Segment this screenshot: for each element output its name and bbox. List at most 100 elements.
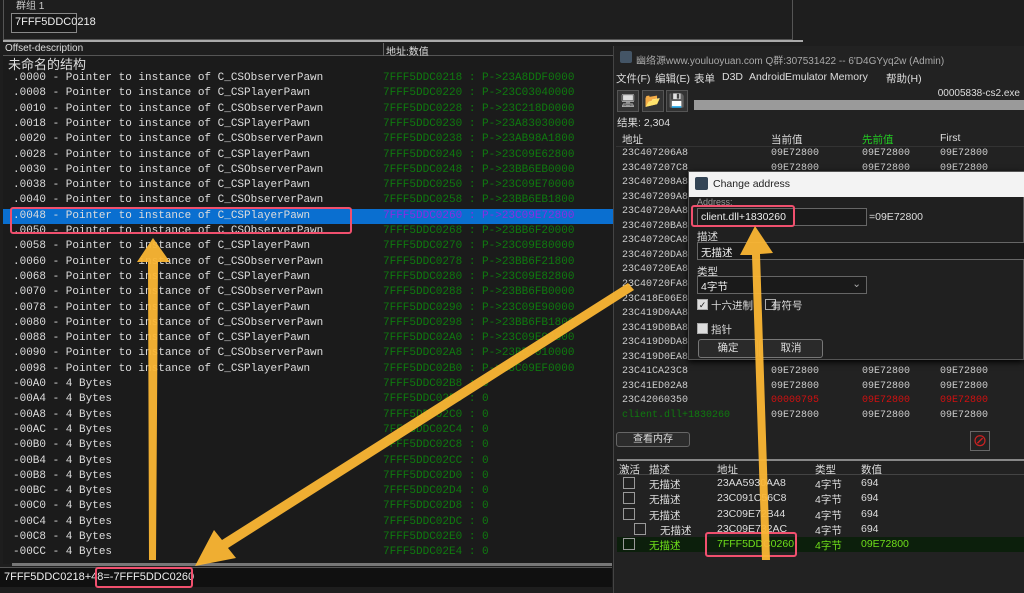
highlight-box-address-entry <box>705 532 797 557</box>
dialog-title: Change address <box>713 178 791 190</box>
tree-row[interactable]: -00C0 - 4 Bytes 7FFF5DDC02D8 : 0 <box>3 499 613 514</box>
tree-row[interactable]: .0080 - Pointer to instance of C_CSObser… <box>3 316 613 331</box>
active-checkbox[interactable] <box>623 477 635 489</box>
address-value: 7FFF5DDC0280 : P->23C09E82800 <box>383 270 575 283</box>
results-column-header[interactable]: 当前值 <box>771 132 803 147</box>
horizontal-scrollbar[interactable] <box>12 563 612 566</box>
window-title: 幽络源www.youluoyuan.com Q群:307531422 -- 6'… <box>636 56 945 67</box>
address-value: 7FFF5DDC0218 : P->23A8DDF0000 <box>383 72 575 84</box>
tree-row[interactable]: -00B0 - 4 Bytes 7FFF5DDC02C8 : 0 <box>3 438 613 453</box>
tree-row[interactable]: .0070 - Pointer to instance of C_CSObser… <box>3 285 613 300</box>
status-bar: 7FFF5DDC0218+48=-7FFF5DDC0260 <box>0 567 612 587</box>
tree-row[interactable]: .0030 - Pointer to instance of C_CSObser… <box>3 163 613 178</box>
result-cell: client.dll+1830260 <box>622 409 731 421</box>
result-cell: 09E72800 <box>940 148 989 159</box>
tree-row[interactable]: .0068 - Pointer to instance of C_CSPlaye… <box>3 270 613 285</box>
address-cell: 无描述 <box>649 540 681 553</box>
pointer-checkbox[interactable] <box>697 323 708 334</box>
ok-button[interactable]: 确定 <box>698 339 758 358</box>
result-row[interactable]: 23C42060350 00000795 09E72800 09E72800 <box>616 395 1024 409</box>
active-checkbox[interactable] <box>623 538 635 551</box>
tree-row[interactable]: .0098 - Pointer to instance of C_CSPlaye… <box>3 362 613 377</box>
result-row[interactable]: 23C407206A8 09E72800 09E72800 09E72800 <box>616 148 1024 162</box>
tree-row[interactable]: .0038 - Pointer to instance of C_CSPlaye… <box>3 178 613 193</box>
result-cell: 23C40720AA8 <box>622 206 689 218</box>
tree-row[interactable]: -00A4 - 4 Bytes 7FFF5DDC02BC : 0 <box>3 392 613 407</box>
tree-row[interactable]: -00AC - 4 Bytes 7FFF5DDC02C4 : 0 <box>3 423 613 438</box>
save-icon[interactable]: 💾 <box>666 90 688 112</box>
address-row[interactable]: 无描述 23C09E72B44 4字节 694 <box>617 507 1024 522</box>
results-column-header[interactable]: First <box>940 132 960 144</box>
tree-row[interactable]: -00CC - 4 Bytes 7FFF5DDC02E4 : 0 <box>3 545 613 560</box>
active-checkbox[interactable] <box>623 507 635 520</box>
result-row[interactable]: client.dll+1830260 09E72800 09E72800 09E728… <box>616 410 1024 424</box>
tree-row[interactable]: -00B8 - 4 Bytes 7FFF5DDC02D0 : 0 <box>3 469 613 484</box>
tree-row[interactable]: -00BC - 4 Bytes 7FFF5DDC02D4 : 0 <box>3 484 613 499</box>
tree-row[interactable]: .0088 - Pointer to instance of C_CSPlaye… <box>3 331 613 346</box>
address-column-header[interactable]: 地址 <box>717 462 738 477</box>
tree-row[interactable]: .0028 - Pointer to instance of C_CSPlaye… <box>3 148 613 163</box>
app-icon <box>620 51 632 63</box>
tree-row[interactable]: -00A8 - 4 Bytes 7FFF5DDC02C0 : 0 <box>3 408 613 423</box>
tree-row[interactable]: -00B4 - 4 Bytes 7FFF5DDC02CC : 0 <box>3 454 613 469</box>
address-value: 7FFF5DDC02DC : 0 <box>383 515 489 528</box>
menu-item[interactable]: 文件(F) <box>616 71 650 86</box>
type-select[interactable]: 4字节 ⌄ <box>697 276 867 294</box>
address-cell: 无描述 <box>649 479 681 491</box>
address-cell: 09E72800 <box>861 538 909 551</box>
result-cell: 23C41ED02A8 <box>622 380 689 392</box>
results-column-header[interactable]: 先前值 <box>862 132 894 147</box>
tree-row[interactable]: .0020 - Pointer to instance of C_CSObser… <box>3 132 613 147</box>
group-address-input[interactable]: 7FFF5DDC0218 <box>11 13 96 33</box>
tree-row[interactable]: .0008 - Pointer to instance of C_CSPlaye… <box>3 86 613 101</box>
result-row[interactable]: 23C41ED02A8 09E72800 09E72800 09E72800 <box>616 381 1024 395</box>
menu-item[interactable]: D3D <box>722 71 743 83</box>
address-row[interactable]: 无描述 7FFF5DDC0260 4字节 09E72800 <box>617 537 1024 553</box>
menu-item[interactable]: 表单 <box>694 71 715 86</box>
address-row[interactable]: 无描述 23C091C56C8 4字节 694 <box>617 491 1024 506</box>
tree-row[interactable]: .0090 - Pointer to instance of C_CSObser… <box>3 346 613 361</box>
tree-row[interactable]: .0000 - Pointer to instance of C_CSObser… <box>3 71 613 86</box>
address-row[interactable]: 无描述 23C09E732AC 4字节 694 <box>617 522 1024 537</box>
tree-row[interactable]: -00A0 - 4 Bytes 7FFF5DDC02B8 : 0 <box>3 377 613 392</box>
menu-item[interactable]: 编辑(E) <box>655 71 690 86</box>
cancel-button[interactable]: 取消 <box>759 339 823 358</box>
address-column-header[interactable]: 描述 <box>649 462 670 477</box>
tree-row[interactable]: .0060 - Pointer to instance of C_CSObser… <box>3 255 613 270</box>
address-list[interactable]: 无描述 23AA5930AA8 4字节 694 无描述 23C091C56C8 4字节 694… <box>614 476 1024 576</box>
active-checkbox[interactable] <box>634 522 646 535</box>
menu-item[interactable]: 帮助(H) <box>886 71 922 86</box>
menu-item[interactable]: Emulator Memory <box>785 71 868 83</box>
address-column-header[interactable]: 类型 <box>815 462 836 477</box>
results-column-header[interactable]: 地址 <box>622 132 643 147</box>
tree-row[interactable]: -00C4 - 4 Bytes 7FFF5DDC02DC : 0 <box>3 515 613 530</box>
description-input[interactable]: 无描述 <box>697 242 1024 260</box>
address-cell: 23C09E72B44 <box>717 507 786 520</box>
offset-description: -00A8 - 4 Bytes <box>13 408 113 421</box>
menu-item[interactable]: Android <box>749 71 785 83</box>
open-process-icon[interactable]: 🖥 <box>617 90 639 112</box>
offset-description: .0078 - Pointer to instance of C_CSPlaye… <box>13 301 311 314</box>
tree-row[interactable]: .0010 - Pointer to instance of C_CSObser… <box>3 102 613 117</box>
address-column-header[interactable]: 数值 <box>861 462 882 477</box>
offset-description: -00C8 - 4 Bytes <box>13 531 113 543</box>
tree-row[interactable]: -00C8 - 4 Bytes 7FFF5DDC02E0 : 0 <box>3 530 613 545</box>
chevron-down-icon: ⌄ <box>852 278 861 290</box>
address-column-header[interactable]: 激活 <box>619 462 640 477</box>
hex-checkbox[interactable]: ✓ <box>697 299 708 310</box>
structure-tree[interactable]: 未命名的结构 .0000 - Pointer to instance of C_… <box>3 56 613 564</box>
address-value: 7FFF5DDC0260 : P->23C09E72800 <box>383 209 575 222</box>
offset-description: .0008 - Pointer to instance of C_CSPlaye… <box>13 87 311 100</box>
tree-row[interactable]: .0018 - Pointer to instance of C_CSPlaye… <box>3 117 613 132</box>
address-row[interactable]: 无描述 23AA5930AA8 4字节 694 <box>617 476 1024 491</box>
stop-icon[interactable]: ⊘ <box>970 431 990 451</box>
view-memory-button[interactable]: 查看内存 <box>616 432 690 447</box>
active-checkbox[interactable] <box>623 492 635 505</box>
open-file-icon[interactable]: 📂 <box>642 90 664 112</box>
tree-row[interactable]: .0078 - Pointer to instance of C_CSPlaye… <box>3 301 613 316</box>
tree-row[interactable]: .0058 - Pointer to instance of C_CSPlaye… <box>3 239 613 254</box>
address-value: 7FFF5DDC02D8 : 0 <box>383 500 489 513</box>
group-title: 群组 1 <box>14 0 47 12</box>
result-row[interactable]: 23C41CA23C8 09E72800 09E72800 09E72800 <box>616 366 1024 380</box>
col-offset-description[interactable]: Offset-description <box>5 43 83 54</box>
